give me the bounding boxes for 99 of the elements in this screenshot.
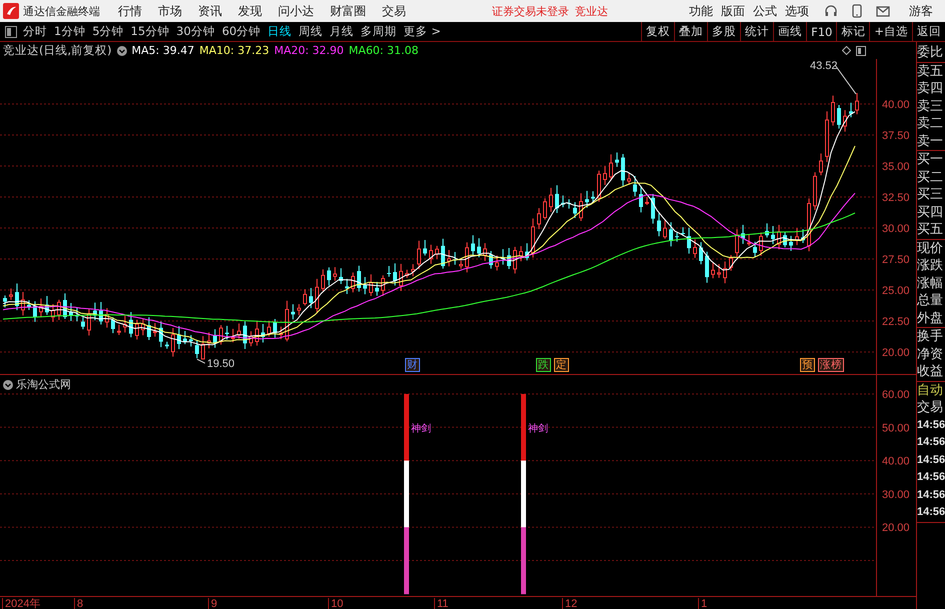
moving-average-value: MA5: 39.47: [132, 44, 194, 57]
quote-field-label: 买四: [917, 204, 944, 221]
quote-field-label: 卖三: [917, 98, 944, 115]
event-tag[interactable]: 财: [405, 358, 420, 372]
trade-panel-label: 14:56: [917, 418, 945, 432]
panel-toggle-icon[interactable]: [856, 46, 866, 56]
price-axis-label: 30.00: [882, 223, 910, 235]
date-axis-label: 1: [698, 598, 708, 609]
quote-field-label: 涨跌: [917, 257, 944, 274]
price-axis-label: 40.00: [882, 99, 910, 111]
quote-field-label: 买二: [917, 168, 944, 186]
stock-link[interactable]: 竞业达: [575, 4, 608, 18]
moving-average-value: MA60: 31.08: [348, 44, 419, 57]
quote-field-label: 外盘: [917, 310, 944, 327]
event-tag[interactable]: 定: [554, 358, 569, 372]
trade-panel-label: 14:56: [917, 435, 945, 450]
trade-panel-label: 交易: [917, 399, 944, 416]
quote-field-label: 买三: [917, 186, 944, 204]
event-tag[interactable]: 涨榜: [818, 358, 844, 372]
event-tag[interactable]: 预: [800, 358, 815, 372]
trade-panel-label: 14:56: [917, 452, 945, 468]
period-tab[interactable]: 多周期: [360, 24, 397, 39]
quote-field-label: 收益: [917, 363, 944, 380]
leader-line: [196, 358, 206, 364]
trade-panel-label: 自动: [917, 382, 944, 399]
quote-field-label: 涨幅: [917, 274, 944, 292]
period-tab[interactable]: 1分钟: [54, 24, 86, 39]
mail-icon[interactable]: [876, 5, 890, 17]
login-notice[interactable]: 证券交易未登录: [492, 4, 569, 18]
quote-field-label: 买一: [917, 151, 944, 168]
date-axis-label: 2024年: [2, 598, 40, 609]
signal-label: 神剑: [411, 423, 431, 434]
menu-item[interactable]: 市场: [158, 2, 182, 20]
menu-item[interactable]: 资讯: [198, 2, 222, 20]
signal-label: 神剑: [528, 423, 548, 434]
date-axis-label: 12: [562, 598, 578, 609]
event-tag[interactable]: 跌: [536, 358, 551, 372]
quote-field-label: 总量: [917, 292, 944, 310]
menu-item[interactable]: 功能: [689, 2, 713, 20]
quote-field-label: 卖一: [917, 132, 944, 150]
date-axis-label: 10: [328, 598, 344, 609]
panel-toggle-icon[interactable]: [5, 26, 17, 38]
period-tab[interactable]: 分时: [23, 24, 47, 39]
trade-panel-label: 14:56: [917, 505, 945, 520]
quote-field-label: 卖二: [917, 115, 944, 132]
chart-title: 竞业达(日线,前复权): [3, 43, 112, 58]
period-tab[interactable]: 周线: [298, 24, 323, 39]
quote-field-label: 现价: [917, 240, 944, 257]
indicator-axis-label: 40.00: [882, 456, 910, 468]
date-axis-label: 11: [434, 598, 448, 609]
period-tab[interactable]: 月线: [330, 24, 354, 39]
app-title: 通达信金融终端: [23, 4, 100, 18]
quote-field-label: 委比: [917, 44, 944, 62]
menu-item[interactable]: 问小达: [278, 2, 314, 20]
indicator-title: 乐淘公式网: [16, 377, 71, 392]
app-logo-icon: [3, 3, 19, 19]
diamond-icon[interactable]: [842, 46, 851, 55]
price-axis-label: 37.50: [882, 130, 910, 142]
phone-icon[interactable]: [852, 4, 862, 18]
period-tab[interactable]: 30分钟: [176, 24, 215, 39]
menu-item[interactable]: 财富圈: [330, 2, 366, 20]
menu-item[interactable]: 交易: [382, 2, 406, 20]
headset-icon[interactable]: [824, 4, 838, 18]
menu-item[interactable]: 发现: [238, 2, 262, 20]
quote-field-label: 买五: [917, 221, 944, 238]
menu-item[interactable]: 公式: [753, 2, 777, 20]
date-axis-label: 8: [74, 598, 84, 609]
price-axis-label: 32.50: [882, 192, 910, 204]
period-tab[interactable]: 更多 >: [404, 24, 441, 39]
indicator-axis-label: 60.00: [882, 389, 910, 401]
period-tab[interactable]: 5分钟: [92, 24, 124, 39]
price-axis-label: 20.00: [882, 347, 910, 359]
indicator-axis-label: 30.00: [882, 488, 910, 501]
quote-field-label: 卖四: [917, 80, 944, 98]
low-price-label: 19.50: [207, 358, 235, 370]
period-tab[interactable]: 60分钟: [222, 24, 261, 39]
quote-field-label: 卖五: [917, 62, 944, 80]
menu-item[interactable]: 选项: [785, 2, 809, 20]
period-tab[interactable]: 日线: [268, 24, 292, 39]
user-label[interactable]: 游客: [909, 2, 933, 20]
quote-field-label: 换手: [917, 328, 944, 346]
dropdown-icon[interactable]: [3, 380, 13, 390]
moving-average-value: MA10: 37.23: [199, 44, 270, 57]
indicator-axis-label: 20.00: [882, 522, 910, 534]
quote-field-label: 净资: [917, 346, 944, 363]
date-axis-label: 9: [208, 598, 218, 609]
menu-item[interactable]: 行情: [118, 2, 142, 20]
moving-average-value: MA20: 32.90: [274, 44, 344, 57]
dropdown-icon[interactable]: [116, 46, 127, 56]
trade-panel-label: 14:56: [917, 488, 945, 502]
price-axis-label: 22.50: [882, 316, 910, 328]
indicator-axis-label: 50.00: [882, 422, 910, 434]
period-tab[interactable]: 15分钟: [130, 24, 170, 39]
menu-item[interactable]: 版面: [721, 2, 745, 20]
price-axis-label: 25.00: [882, 285, 910, 297]
trade-panel-label: 14:56: [917, 470, 945, 485]
high-price-label: 43.52: [810, 60, 838, 72]
price-axis-label: 27.50: [882, 254, 910, 266]
price-axis-label: 35.00: [882, 161, 910, 173]
